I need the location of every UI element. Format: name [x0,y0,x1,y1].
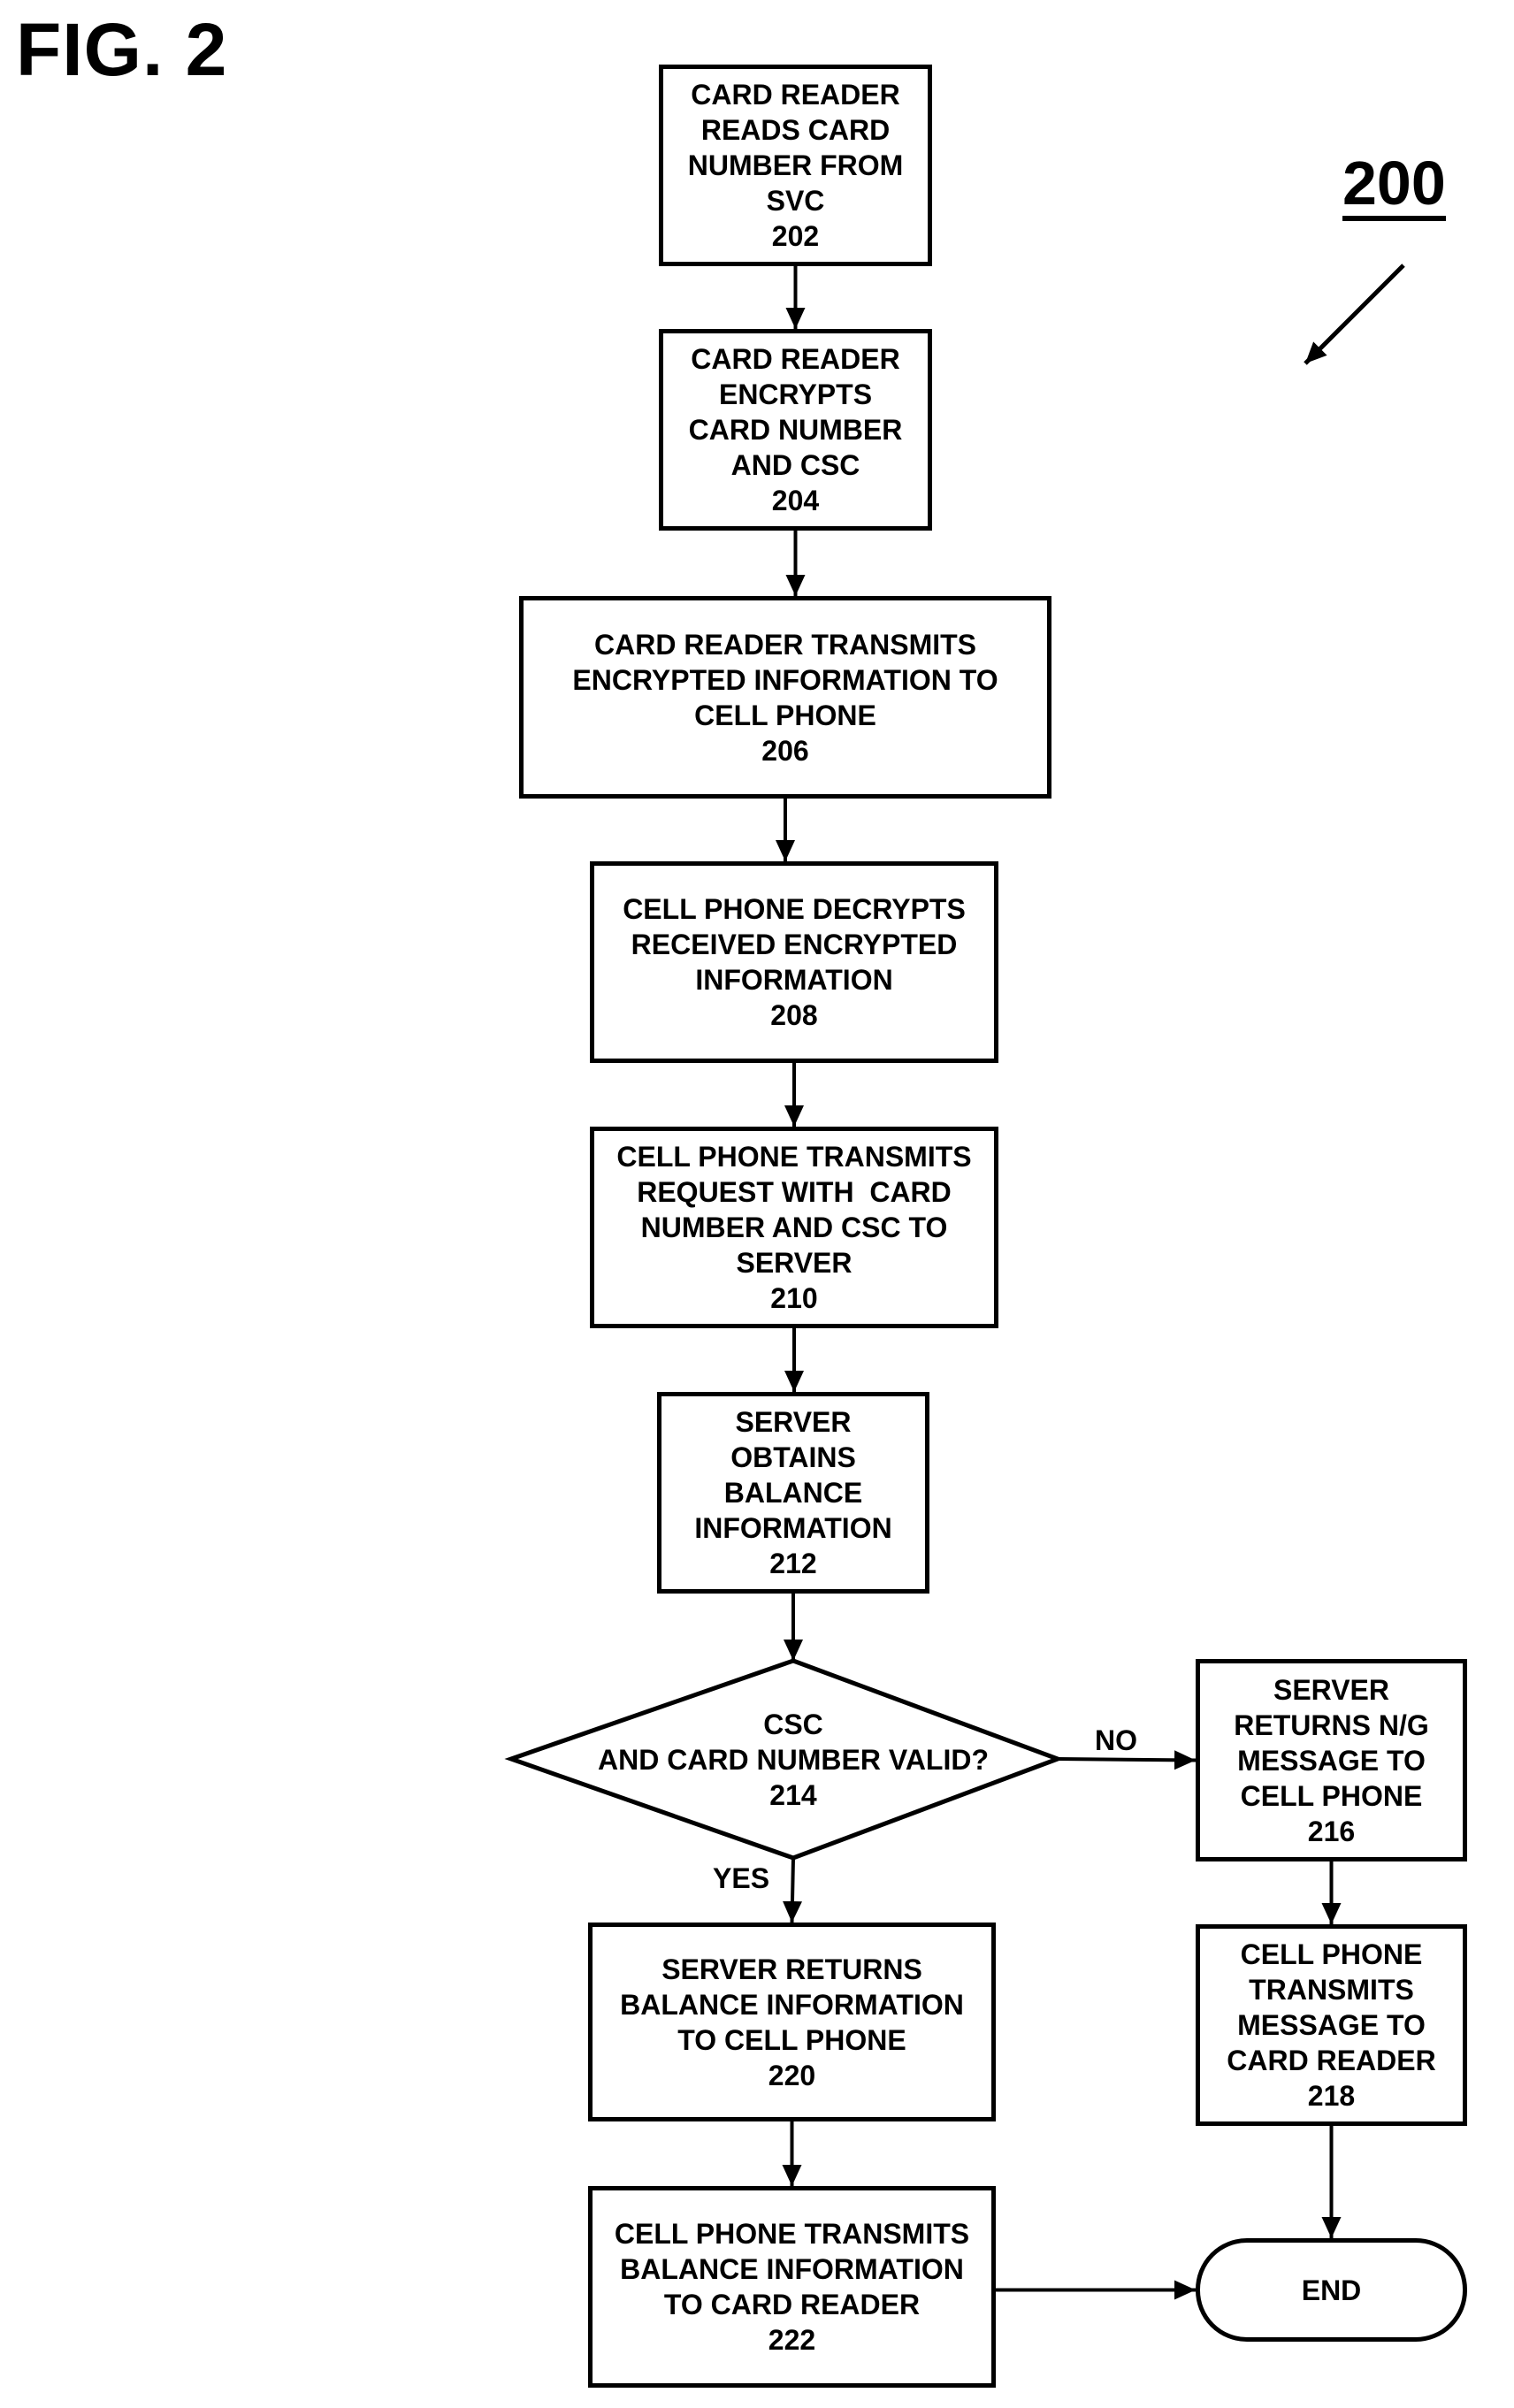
node-text-line: RECEIVED ENCRYPTED [631,929,958,960]
node-text-line: NUMBER AND CSC TO [640,1212,948,1243]
node-text-line: SERVER [736,1247,853,1279]
node-text-line: CARD NUMBER [688,414,903,446]
node-step-number: 210 [770,1282,818,1314]
node-step-number: 202 [771,220,820,252]
node-text-line: TRANSMITS [1249,1974,1414,2006]
flowchart-figure: FIG. 2 200 CARD READER READS CARD NUMBER… [0,0,1514,2408]
process-box-206: CARD READER TRANSMITS ENCRYPTED INFORMAT… [519,596,1051,799]
process-box-208: CELL PHONE DECRYPTS RECEIVED ENCRYPTED I… [590,861,998,1063]
node-text-line: CARD READER [691,79,900,111]
node-text-line: MESSAGE TO [1237,2009,1426,2041]
process-box-218: CELL PHONE TRANSMITS MESSAGE TO CARD REA… [1196,1924,1467,2126]
node-step-number: 220 [768,2059,816,2091]
node-text-line: CARD READER TRANSMITS [594,628,976,661]
node-text-line: CSC [763,1709,823,1740]
node-text-line: SERVER [1273,1673,1389,1706]
node-text-line: END [1301,2274,1362,2306]
node-step-number: 204 [771,485,820,516]
node-step-number: 222 [768,2324,816,2356]
node-text-line: INFORMATION [694,1512,892,1544]
process-box-212: SERVER OBTAINS BALANCE INFORMATION 212 [657,1392,929,1594]
process-box-220: SERVER RETURNS BALANCE INFORMATION TO CE… [588,1923,996,2121]
node-step-number: 214 [769,1779,817,1811]
connector-214-to-220 [782,1857,802,1923]
node-text-line: INFORMATION [695,964,893,996]
process-box-202: CARD READER READS CARD NUMBER FROM SVC 2… [659,65,932,266]
process-box-204: CARD READER ENCRYPTS CARD NUMBER AND CSC… [659,329,932,531]
node-text-line: REQUEST WITH CARD [637,1176,952,1208]
node-text-line: AND CSC [730,449,860,481]
node-text-line: TO CARD READER [663,2289,921,2320]
node-text-line: SVC [766,185,825,217]
node-text-line: TO CELL PHONE [677,2023,906,2056]
node-text-line: CELL PHONE [1240,1938,1423,1970]
process-box-216: SERVER RETURNS N/G MESSAGE TO CELL PHONE… [1196,1659,1467,1861]
node-step-number: 218 [1307,2080,1356,2112]
node-text-line: AND CARD NUMBER VALID? [597,1744,990,1776]
edge-label-yes: YES [713,1862,770,1894]
node-text-line: CELL PHONE TRANSMITS [614,2218,970,2250]
node-text-line: MESSAGE TO [1237,1744,1426,1777]
edge-label-no: NO [1095,1724,1137,1756]
node-step-number: 206 [761,734,809,767]
node-text-line: BALANCE INFORMATION [620,2253,964,2285]
node-text-line: CELL PHONE [694,699,876,731]
node-text-line: SERVER RETURNS [661,1953,922,1985]
node-text-line: CARD READER [691,343,900,375]
reference-arrow-icon [1304,264,1405,365]
node-text-line: BALANCE INFORMATION [620,1988,964,2021]
node-text-line: CELL PHONE [1240,1779,1423,1812]
node-text-line: CARD READER [1227,2045,1436,2076]
node-text-line: ENCRYPTED INFORMATION TO [572,663,998,696]
process-box-210: CELL PHONE TRANSMITS REQUEST WITH CARD N… [590,1127,998,1328]
node-text-line: NUMBER FROM [687,149,904,181]
node-text-line: READS CARD [700,114,891,146]
connector-214-to-216 [1057,1750,1197,1770]
end-terminator: END [1196,2238,1467,2342]
node-text-line: OBTAINS [730,1441,856,1473]
node-text-line: ENCRYPTS [718,378,873,410]
node-step-number: 216 [1307,1815,1356,1847]
process-box-222: CELL PHONE TRANSMITS BALANCE INFORMATION… [588,2186,996,2388]
node-step-number: 208 [770,999,818,1031]
node-text-line: BALANCE [723,1477,863,1509]
node-text-line: CELL PHONE DECRYPTS [623,893,966,925]
node-step-number: 212 [769,1548,817,1579]
node-text-line: SERVER [735,1406,852,1438]
node-text-line: CELL PHONE TRANSMITS [616,1141,972,1173]
decision-text-214: CSC AND CARD NUMBER VALID? 214 [566,1702,1021,1817]
node-text-line: RETURNS N/G [1234,1709,1429,1741]
